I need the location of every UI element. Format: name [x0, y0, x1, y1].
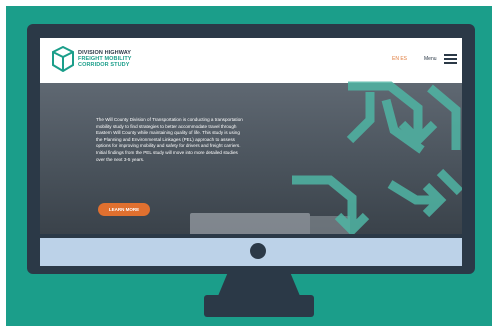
- logo-line-3: CORRIDOR STUDY: [78, 62, 130, 68]
- hamburger-menu-icon[interactable]: [444, 54, 457, 64]
- logo-text[interactable]: DIVISION HIGHWAY FREIGHT MOBILITY CORRID…: [78, 50, 198, 68]
- hero-paragraph: The Will County Division of Transportati…: [96, 117, 243, 162]
- learn-more-button[interactable]: LEARN MORE: [98, 203, 150, 216]
- logo-cube-icon[interactable]: [52, 46, 74, 72]
- site-header: DIVISION HIGHWAY FREIGHT MOBILITY CORRID…: [40, 38, 462, 83]
- power-button-icon[interactable]: [250, 243, 266, 259]
- menu-label[interactable]: Menu: [424, 56, 437, 62]
- arrow-graphic-icon: [292, 81, 462, 234]
- language-toggle[interactable]: EN ES: [392, 56, 407, 62]
